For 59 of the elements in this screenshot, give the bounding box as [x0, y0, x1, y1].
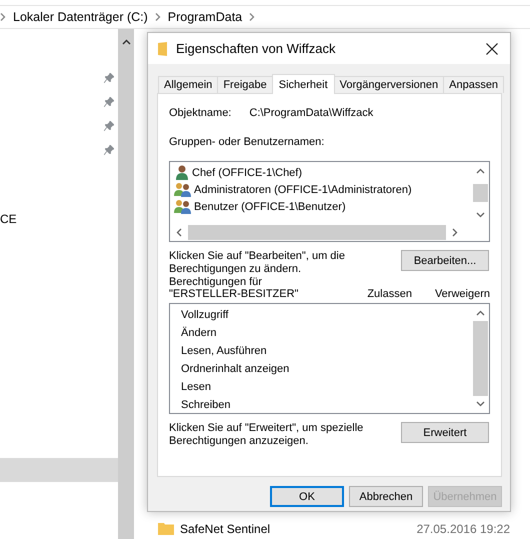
tab[interactable]: Freigabe [217, 76, 273, 93]
permission-item: Schreiben [181, 398, 232, 413]
scrollbar-thumb[interactable] [473, 321, 488, 396]
folder-icon [158, 42, 167, 56]
permission-item: Ändern [181, 326, 218, 341]
column-header: Zulassen [367, 288, 412, 300]
tab[interactable]: Allgemein [158, 76, 218, 93]
pin-icon[interactable] [104, 145, 114, 155]
scrollbar[interactable] [118, 29, 134, 539]
scroll-right-icon[interactable] [452, 228, 458, 237]
close-icon[interactable] [486, 42, 498, 54]
scroll-down-icon[interactable] [476, 212, 485, 218]
scroll-up-icon[interactable] [122, 39, 130, 45]
breadcrumb-item[interactable]: Lokaler Datenträger (C:) [13, 10, 148, 24]
scroll-up-icon[interactable] [476, 168, 485, 174]
chevron-icon[interactable] [0, 13, 6, 21]
scroll-up-icon[interactable] [476, 310, 485, 316]
scroll-left-icon[interactable] [176, 228, 182, 237]
group-item[interactable]: Benutzer (OFFICE-1\Benutzer) [194, 200, 346, 212]
tab[interactable]: Anpassen [443, 76, 504, 93]
permission-item: Vollzugriff [181, 308, 230, 323]
advanced-hint: Klicken Sie auf "Erweitert", um spezielle Berechtigungen anzuzeigen. [169, 422, 364, 448]
scrollbar-thumb[interactable] [188, 225, 446, 240]
permission-item: Lesen, Ausführen [181, 344, 268, 359]
edit-button[interactable]: Bearbeiten... [401, 250, 489, 271]
scrollbar-thumb[interactable] [473, 184, 488, 202]
group-item[interactable]: Administratoren (OFFICE-1\Administratoren) [194, 184, 412, 196]
object-name-label: Objektname: [169, 107, 232, 119]
pin-icon[interactable] [104, 97, 114, 107]
permissions-principal: "ERSTELLER-BESITZER" [169, 288, 300, 300]
users-icon [174, 182, 192, 197]
folder-icon [158, 522, 174, 535]
window-title: Eigenschaften von Wiffzack [176, 41, 336, 56]
groups-label: Gruppen- oder Benutzernamen: [169, 136, 326, 148]
edit-hint: Klicken Sie auf "Bearbeiten", um die Berechtigungen zu ändern. [169, 250, 346, 276]
group-item[interactable]: Chef (OFFICE-1\Chef) [192, 166, 302, 178]
nav-item[interactable]: CE [0, 212, 17, 226]
tab[interactable]: Vorgängerversionen [334, 76, 444, 93]
users-icon [174, 199, 192, 214]
dialog-button[interactable]: OK [270, 486, 344, 507]
chevron-icon[interactable] [154, 13, 161, 21]
permission-item: Ordnerinhalt anzeigen [181, 362, 290, 377]
advanced-button[interactable]: Erweitert [401, 422, 489, 443]
pin-icon[interactable] [104, 121, 114, 131]
permission-item: Lesen [181, 380, 212, 395]
permissions-label: Berechtigungen für [169, 276, 263, 288]
permission-list[interactable]: Vollzugriff Ändern Lesen, Ausführen Ordnerinhalt anzeigen Lesen Schreiben [169, 303, 490, 414]
chevron-icon[interactable] [249, 13, 256, 21]
object-name-value: C:\ProgramData\Wiffzack [249, 107, 374, 119]
column-header: Verweigern [434, 288, 490, 300]
file-name[interactable]: SafeNet Sentinel [180, 522, 411, 536]
breadcrumb-item[interactable]: ProgramData [168, 10, 242, 24]
pin-icon[interactable] [104, 73, 114, 83]
scroll-down-icon[interactable] [476, 401, 485, 407]
user-icon [174, 165, 190, 180]
group-list[interactable]: Chef (OFFICE-1\Chef) Administratoren (OFFICE-1\Administratoren) Benutzer (OFFICE-1\Benutzer) [169, 161, 490, 242]
file-date: 27.05.2016 19:22 [416, 522, 510, 536]
tab[interactable]: Sicherheit [272, 74, 335, 94]
dialog-button[interactable]: Abbrechen [349, 486, 423, 507]
